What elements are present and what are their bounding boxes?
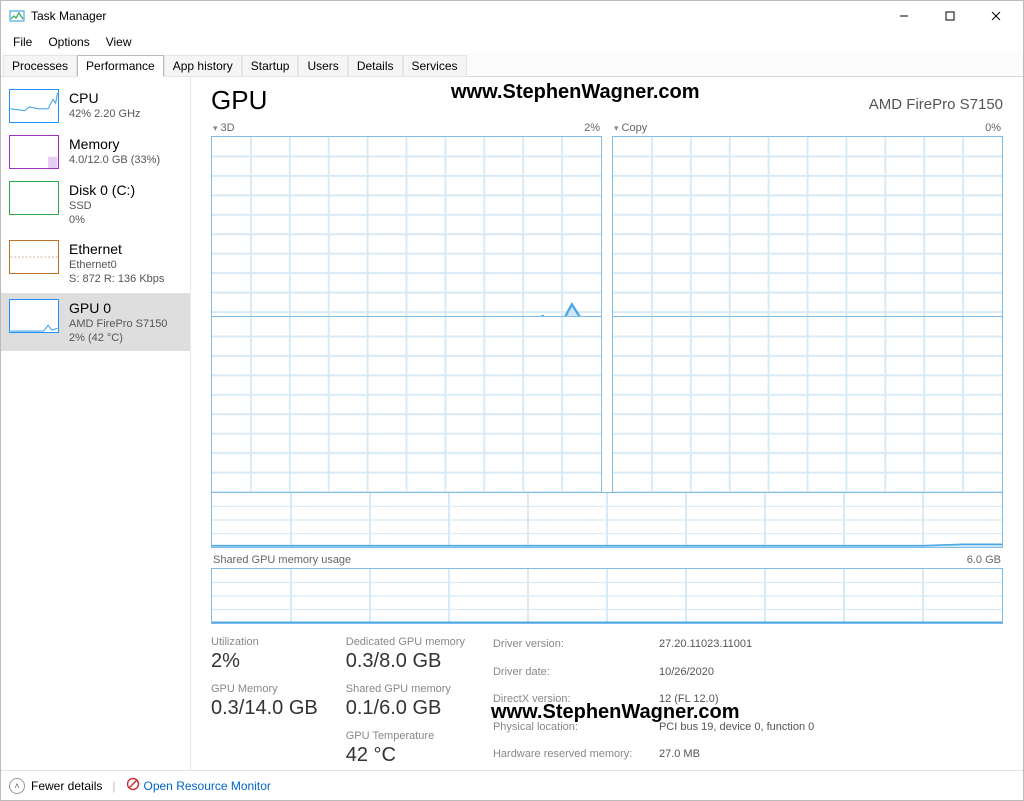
sidebar-item-gpu0[interactable]: GPU 0 AMD FirePro S7150 2% (42 °C) <box>1 293 190 352</box>
hwres-v: 27.0 MB <box>659 746 700 764</box>
tabs: Processes Performance App history Startu… <box>1 53 1023 77</box>
chevron-down-icon[interactable]: ▾ <box>213 123 218 134</box>
taskmanager-icon <box>9 8 25 24</box>
cpu-thumb-icon <box>9 89 59 123</box>
tab-app-history[interactable]: App history <box>164 55 242 77</box>
sidebar-gpu0-title: GPU 0 <box>69 299 167 317</box>
watermark-text-2: www.StephenWagner.com <box>491 701 740 724</box>
footer: ˄ Fewer details | Open Resource Monitor <box>1 770 1023 800</box>
chart-shared-label: Shared GPU memory usage <box>213 554 351 566</box>
chart-copy: ▾Copy 0% <box>612 122 1003 292</box>
tab-services[interactable]: Services <box>403 55 467 77</box>
chart-shared-plot[interactable] <box>211 568 1003 624</box>
tab-processes[interactable]: Processes <box>3 55 77 77</box>
main-panel: GPU www.StephenWagner.com AMD FirePro S7… <box>191 77 1023 770</box>
sidebar-memory-sub: 4.0/12.0 GB (33%) <box>69 153 160 167</box>
body: CPU 42% 2.20 GHz Memory 4.0/12.0 GB (33%… <box>1 77 1023 770</box>
hwres-k: Hardware reserved memory: <box>493 746 643 764</box>
separator: | <box>112 779 115 793</box>
chart-copy-label[interactable]: Copy <box>622 122 648 134</box>
driver-date-v: 10/26/2020 <box>659 664 714 682</box>
tab-users[interactable]: Users <box>298 55 347 77</box>
watermark-text: www.StephenWagner.com <box>451 81 700 104</box>
menu-options[interactable]: Options <box>40 32 97 52</box>
resource-monitor-icon <box>126 777 140 794</box>
chart-3d-value: 2% <box>584 122 600 134</box>
window-title: Task Manager <box>31 9 106 23</box>
gpu-memory-label: GPU Memory <box>211 683 318 695</box>
chart-copy-value: 0% <box>985 122 1001 134</box>
chart-shared-max: 6.0 GB <box>967 554 1001 566</box>
sidebar-item-ethernet[interactable]: Ethernet Ethernet0 S: 872 R: 136 Kbps <box>1 234 190 293</box>
sidebar-cpu-sub: 42% 2.20 GHz <box>69 107 141 121</box>
chart-video-decode: ▾Video Decode 0% <box>612 302 1003 472</box>
utilization-value: 2% <box>211 650 318 673</box>
sidebar-disk0-sub2: 0% <box>69 213 135 227</box>
sidebar-item-disk0[interactable]: Disk 0 (C:) SSD 0% <box>1 175 190 234</box>
sidebar: CPU 42% 2.20 GHz Memory 4.0/12.0 GB (33%… <box>1 77 191 770</box>
menubar: File Options View <box>1 31 1023 53</box>
tab-performance[interactable]: Performance <box>77 55 164 77</box>
sidebar-disk0-sub1: SSD <box>69 199 135 213</box>
chart-dedicated-plot[interactable] <box>211 492 1003 548</box>
open-resource-monitor-label: Open Resource Monitor <box>144 779 271 793</box>
chart-venc-plot[interactable] <box>211 316 602 513</box>
open-resource-monitor-link[interactable]: Open Resource Monitor <box>126 777 271 794</box>
driver-version-k: Driver version: <box>493 636 643 654</box>
dedicated-label: Dedicated GPU memory <box>346 636 465 648</box>
tab-startup[interactable]: Startup <box>242 55 299 77</box>
chart-3d-plot[interactable] <box>211 136 602 333</box>
temp-value: 42 °C <box>346 744 465 767</box>
sidebar-ethernet-title: Ethernet <box>69 240 164 258</box>
gpu-memory-value: 0.3/14.0 GB <box>211 697 318 720</box>
sidebar-cpu-title: CPU <box>69 89 141 107</box>
sidebar-memory-title: Memory <box>69 135 160 153</box>
driver-version-v: 27.20.11023.11001 <box>659 636 752 654</box>
chevron-down-icon[interactable]: ▾ <box>614 123 619 134</box>
chart-video-encode: ▾Video Encode 0% <box>211 302 602 472</box>
chart-3d: ▾3D 2% <box>211 122 602 292</box>
sidebar-item-memory[interactable]: Memory 4.0/12.0 GB (33%) <box>1 129 190 175</box>
memory-thumb-icon <box>9 135 59 169</box>
gpu-stats: Utilization 2% GPU Memory 0.3/14.0 GB De… <box>211 636 1003 767</box>
menu-file[interactable]: File <box>5 32 40 52</box>
driver-date-k: Driver date: <box>493 664 643 682</box>
shared-value: 0.1/6.0 GB <box>346 697 465 720</box>
minimize-button[interactable] <box>881 1 927 31</box>
chart-3d-label[interactable]: 3D <box>221 122 235 134</box>
menu-view[interactable]: View <box>98 32 140 52</box>
sidebar-ethernet-sub2: S: 872 R: 136 Kbps <box>69 272 164 286</box>
chart-copy-plot[interactable] <box>612 136 1003 333</box>
page-title: GPU <box>211 85 267 116</box>
ethernet-thumb-icon <box>9 240 59 274</box>
sidebar-gpu0-sub2: 2% (42 °C) <box>69 331 167 345</box>
dedicated-value: 0.3/8.0 GB <box>346 650 465 673</box>
close-button[interactable] <box>973 1 1019 31</box>
tab-details[interactable]: Details <box>348 55 403 77</box>
disk-thumb-icon <box>9 181 59 215</box>
sidebar-gpu0-sub1: AMD FirePro S7150 <box>69 317 167 331</box>
utilization-label: Utilization <box>211 636 318 648</box>
chevron-up-icon[interactable]: ˄ <box>9 778 25 794</box>
chart-vdec-plot[interactable] <box>612 316 1003 513</box>
chart-shared: Shared GPU memory usage 6.0 GB <box>211 554 1003 624</box>
sidebar-item-cpu[interactable]: CPU 42% 2.20 GHz <box>1 83 190 129</box>
gpu-thumb-icon <box>9 299 59 333</box>
sidebar-ethernet-sub1: Ethernet0 <box>69 258 164 272</box>
titlebar: Task Manager <box>1 1 1023 31</box>
gpu-device-name: AMD FirePro S7150 <box>869 96 1003 113</box>
sidebar-disk0-title: Disk 0 (C:) <box>69 181 135 199</box>
temp-label: GPU Temperature <box>346 730 465 742</box>
fewer-details-link[interactable]: Fewer details <box>31 779 102 793</box>
shared-label: Shared GPU memory <box>346 683 465 695</box>
maximize-button[interactable] <box>927 1 973 31</box>
